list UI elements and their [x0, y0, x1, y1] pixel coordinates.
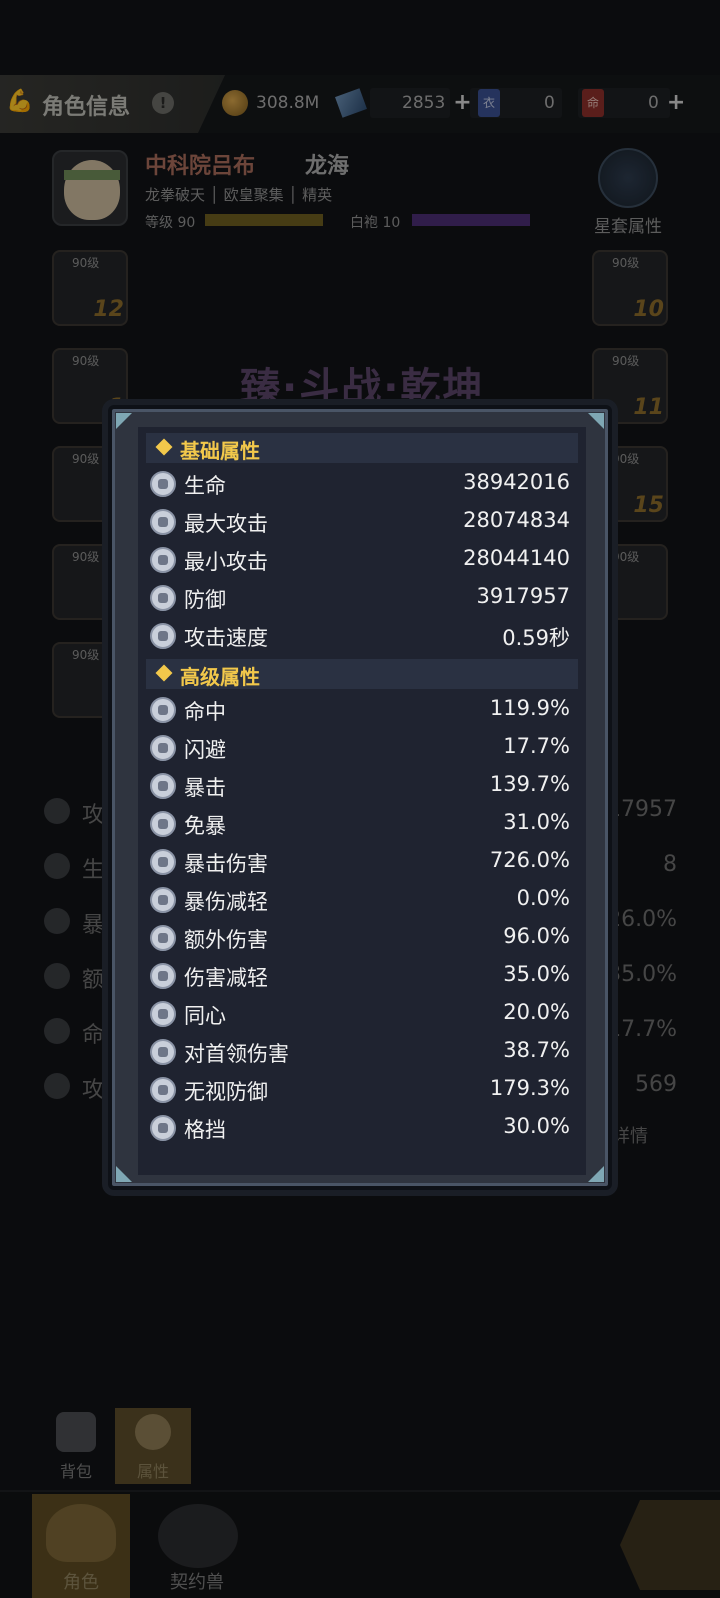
block-icon	[150, 1115, 176, 1141]
stat-value: 35.0%	[503, 962, 570, 986]
boss-damage-icon	[150, 1039, 176, 1065]
stat-row-max-atk: 最大攻击 28074834	[146, 503, 578, 541]
stat-name: 命中	[184, 700, 226, 724]
stat-row-hit: 命中 119.9%	[146, 691, 578, 729]
crit-damage-icon	[150, 849, 176, 875]
stat-row-extra-damage: 额外伤害 96.0%	[146, 919, 578, 957]
corner-ornament	[116, 413, 132, 429]
stat-row-block: 格挡 30.0%	[146, 1109, 578, 1147]
stat-name: 无视防御	[184, 1080, 268, 1104]
stat-row-dodge: 闪避 17.7%	[146, 729, 578, 767]
stat-row-unity: 同心 20.0%	[146, 995, 578, 1033]
damage-reduce-icon	[150, 963, 176, 989]
speed-icon	[150, 623, 176, 649]
stat-value: 38942016	[463, 470, 570, 494]
stat-row-crit-reduce: 暴伤减轻 0.0%	[146, 881, 578, 919]
advanced-attributes-header: 高级属性	[146, 659, 578, 689]
stat-value: 0.59秒	[502, 626, 570, 650]
stat-row-min-atk: 最小攻击 28044140	[146, 541, 578, 579]
stat-name: 闪避	[184, 738, 226, 762]
diamond-icon	[155, 664, 173, 682]
stat-value: 3917957	[476, 584, 570, 608]
target-icon	[150, 697, 176, 723]
stat-name: 额外伤害	[184, 928, 268, 952]
stat-name: 最大攻击	[184, 512, 268, 536]
stat-name: 暴伤减轻	[184, 890, 268, 914]
diamond-icon	[155, 438, 173, 456]
stat-value: 20.0%	[503, 1000, 570, 1024]
unity-icon	[150, 1001, 176, 1027]
ignore-defense-icon	[150, 1077, 176, 1103]
stat-row-anti-crit: 免暴 31.0%	[146, 805, 578, 843]
attributes-popup: 基础属性 生命 38942016 最大攻击 28074834 最小攻击 2804…	[108, 405, 612, 1190]
corner-ornament	[588, 413, 604, 429]
stat-value: 38.7%	[503, 1038, 570, 1062]
stat-name: 伤害减轻	[184, 966, 268, 990]
stat-value: 28074834	[463, 508, 570, 532]
stat-name: 暴击伤害	[184, 852, 268, 876]
stat-name: 生命	[184, 474, 226, 498]
stat-value: 28044140	[463, 546, 570, 570]
stat-row-ignore-defense: 无视防御 179.3%	[146, 1071, 578, 1109]
stat-value: 119.9%	[489, 696, 570, 720]
shield-icon	[150, 585, 176, 611]
stat-name: 防御	[184, 588, 226, 612]
stat-value: 726.0%	[489, 848, 570, 872]
heart-icon	[150, 471, 176, 497]
stat-name: 暴击	[184, 776, 226, 800]
stat-value: 30.0%	[503, 1114, 570, 1138]
stat-value: 139.7%	[489, 772, 570, 796]
stat-row-defense: 防御 3917957	[146, 579, 578, 617]
stat-row-hp: 生命 38942016	[146, 465, 578, 503]
section-title: 基础属性	[180, 439, 260, 463]
dodge-icon	[150, 735, 176, 761]
stat-name: 同心	[184, 1004, 226, 1028]
stat-name: 格挡	[184, 1118, 226, 1142]
stat-row-damage-reduce: 伤害减轻 35.0%	[146, 957, 578, 995]
anti-crit-icon	[150, 811, 176, 837]
crit-icon	[150, 773, 176, 799]
stat-value: 31.0%	[503, 810, 570, 834]
section-title: 高级属性	[180, 665, 260, 689]
stat-name: 对首领伤害	[184, 1042, 289, 1066]
stat-row-attack-speed: 攻击速度 0.59秒	[146, 617, 578, 655]
sword-icon	[150, 509, 176, 535]
stat-row-crit-damage: 暴击伤害 726.0%	[146, 843, 578, 881]
stat-value: 17.7%	[503, 734, 570, 758]
sword-icon	[150, 547, 176, 573]
stat-value: 0.0%	[516, 886, 570, 910]
basic-attributes-header: 基础属性	[146, 433, 578, 463]
stat-row-crit: 暴击 139.7%	[146, 767, 578, 805]
crit-reduce-icon	[150, 887, 176, 913]
corner-ornament	[116, 1166, 132, 1182]
extra-damage-icon	[150, 925, 176, 951]
stat-value: 179.3%	[489, 1076, 570, 1100]
stat-name: 攻击速度	[184, 626, 268, 650]
stat-value: 96.0%	[503, 924, 570, 948]
popup-content: 基础属性 生命 38942016 最大攻击 28074834 最小攻击 2804…	[138, 427, 586, 1175]
corner-ornament	[588, 1166, 604, 1182]
stat-name: 最小攻击	[184, 550, 268, 574]
stat-name: 免暴	[184, 814, 226, 838]
stat-row-boss-damage: 对首领伤害 38.7%	[146, 1033, 578, 1071]
